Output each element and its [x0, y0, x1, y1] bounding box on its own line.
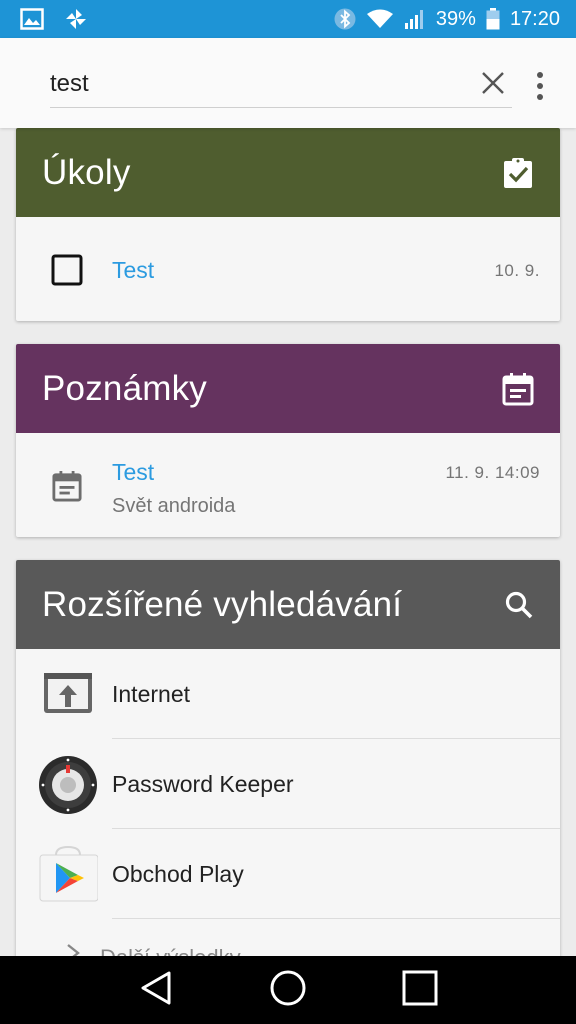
search-input[interactable]	[50, 66, 512, 108]
task-title: Test	[112, 257, 155, 283]
home-button[interactable]	[264, 966, 312, 1014]
more-vert-dot	[537, 83, 543, 89]
status-left	[20, 7, 88, 31]
calendar-note-icon	[502, 372, 534, 406]
calendar-note-icon	[50, 469, 84, 503]
task-result-row[interactable]: Test 10. 9.	[16, 217, 560, 321]
wifi-icon	[366, 8, 394, 30]
more-results-row[interactable]: Další výsledky	[16, 919, 560, 960]
checkbox-icon[interactable]	[50, 253, 84, 287]
back-button[interactable]	[132, 966, 180, 1014]
app-row-password-keeper[interactable]: Password Keeper	[16, 739, 560, 829]
clipboard-check-icon	[502, 157, 534, 189]
note-result-row[interactable]: Test Svět androida 11. 9. 14:09	[16, 433, 560, 537]
note-date: 11. 9. 14:09	[445, 463, 540, 482]
overflow-menu-button[interactable]	[528, 66, 552, 106]
tasks-card-header[interactable]: Úkoly	[16, 128, 560, 217]
status-bar: 39% 17:20	[0, 0, 576, 38]
advanced-search-header[interactable]: Rozšířené vyhledávání	[16, 560, 560, 649]
status-time: 17:20	[509, 7, 560, 30]
status-right: 39% 17:20	[334, 8, 560, 31]
task-date: 10. 9.	[494, 261, 540, 280]
tasks-card: Úkoly Test 10. 9.	[16, 128, 560, 321]
app-label-password-keeper: Password Keeper	[112, 771, 294, 797]
home-icon	[269, 969, 307, 1012]
search-bar	[0, 38, 576, 128]
navigation-bar	[0, 956, 576, 1024]
app-row-play-store[interactable]: Obchod Play	[16, 829, 560, 919]
recents-button[interactable]	[396, 966, 444, 1014]
back-icon	[139, 970, 173, 1011]
battery-icon	[486, 8, 500, 30]
pinwheel-icon	[64, 7, 88, 31]
password-keeper-icon	[38, 755, 98, 815]
search-icon[interactable]	[504, 590, 534, 620]
more-vert-dot	[537, 94, 543, 100]
close-icon	[481, 71, 505, 100]
note-subtitle: Svět androida	[112, 495, 236, 517]
app-label-internet: Internet	[112, 681, 190, 707]
tasks-card-title: Úkoly	[42, 152, 131, 192]
signal-icon	[404, 8, 426, 30]
note-title: Test	[112, 459, 155, 485]
battery-percent: 39%	[435, 7, 476, 30]
app-row-internet[interactable]: Internet	[16, 649, 560, 739]
internet-browser-icon	[38, 665, 98, 725]
advanced-search-card: Rozšířené vyhledávání Internet Password …	[16, 560, 560, 960]
notes-card-header[interactable]: Poznámky	[16, 344, 560, 433]
more-vert-icon	[537, 72, 543, 78]
recents-icon	[402, 970, 438, 1011]
gallery-icon	[20, 8, 44, 30]
clear-search-button[interactable]	[476, 68, 510, 102]
advanced-search-title: Rozšířené vyhledávání	[42, 584, 403, 624]
notes-card: Poznámky Test Svět androida 11. 9. 14:09	[16, 344, 560, 537]
bluetooth-icon	[334, 8, 356, 30]
app-label-play-store: Obchod Play	[112, 861, 244, 887]
play-store-icon	[38, 845, 99, 905]
notes-card-title: Poznámky	[42, 368, 207, 408]
